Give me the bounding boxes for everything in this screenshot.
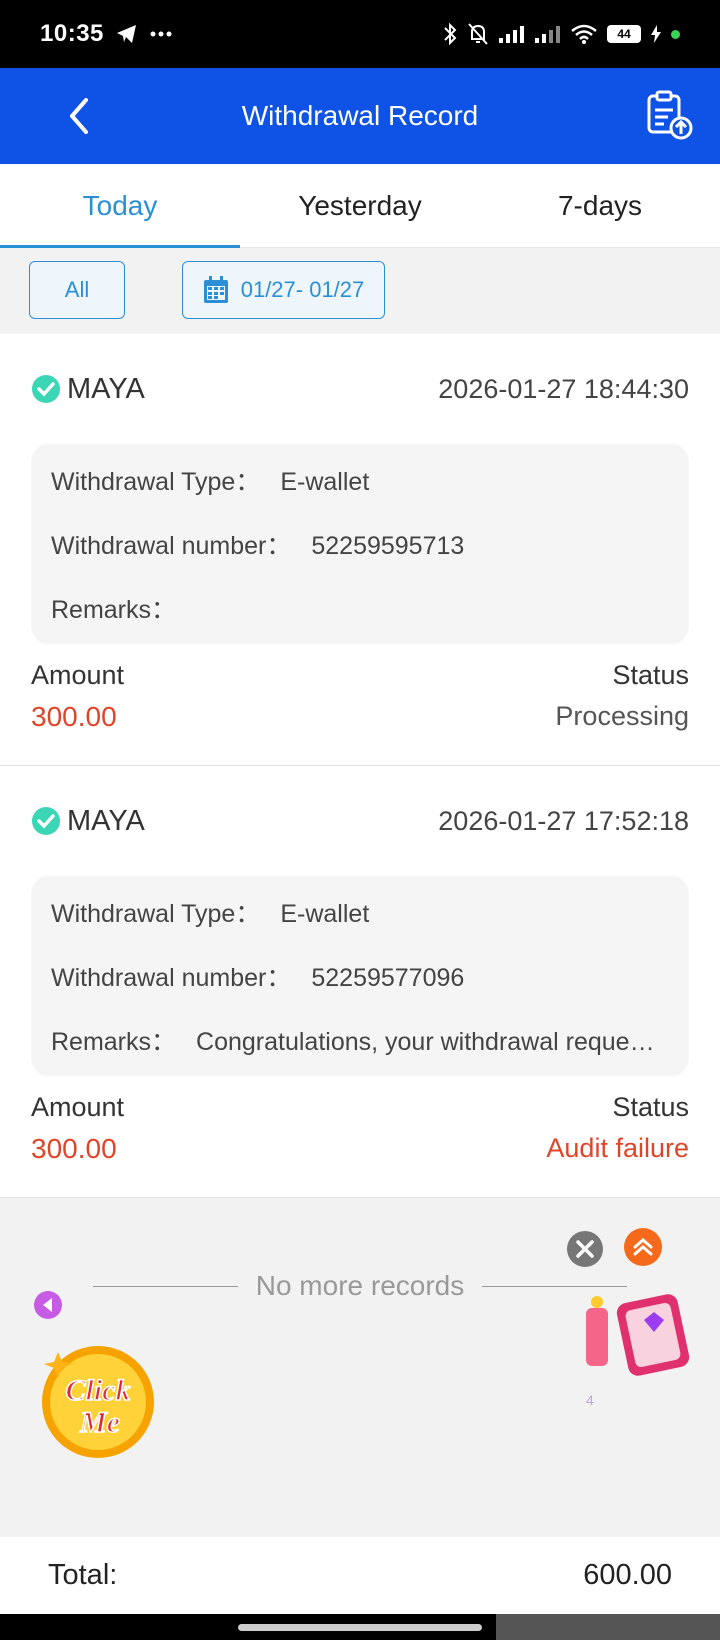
scroll-top-icon[interactable] xyxy=(623,1227,663,1267)
amount-value: 300.00 xyxy=(31,1133,117,1164)
divider-line xyxy=(482,1285,628,1287)
withdrawal-record[interactable]: MAYA 2026-01-27 17:52:18 Withdrawal Type… xyxy=(0,766,720,1198)
amount-label: Amount xyxy=(31,660,125,690)
record-details: Withdrawal Type： E-wallet Withdrawal numb… xyxy=(31,444,689,644)
withdrawal-number-label: Withdrawal number： xyxy=(51,964,292,992)
status-value: Processing xyxy=(555,701,689,731)
status-bar: 10:35 44 xyxy=(0,0,720,68)
app-header: Withdrawal Record xyxy=(0,68,720,164)
click-me-line2: Me xyxy=(79,1406,120,1439)
provider-name: MAYA xyxy=(67,372,145,405)
amount-value: 300.00 xyxy=(31,701,117,732)
calendar-icon xyxy=(203,276,228,303)
withdrawal-number-label: Withdrawal number： xyxy=(51,532,292,560)
nav-bar-shade xyxy=(496,1614,720,1640)
back-arrow-icon[interactable] xyxy=(62,94,98,138)
no-more-records-text: No more records xyxy=(255,1270,465,1301)
mute-bell-icon xyxy=(467,22,489,46)
total-value: 600.00 xyxy=(583,1559,672,1591)
remarks-value: Congratulations, your withdrawal reque… xyxy=(196,1028,655,1056)
page-title: Withdrawal Record xyxy=(241,100,479,131)
record-details: Withdrawal Type： E-wallet Withdrawal numb… xyxy=(31,876,689,1076)
total-footer: Total: 600.00 xyxy=(0,1537,720,1614)
withdrawal-type-value: E-wallet xyxy=(280,900,370,928)
withdrawal-record[interactable]: MAYA 2026-01-27 18:44:30 Withdrawal Type… xyxy=(0,334,720,766)
status-value: Audit failure xyxy=(546,1133,689,1163)
telegram-icon xyxy=(116,24,138,44)
status-label: Status xyxy=(612,1092,689,1122)
wifi-icon xyxy=(571,24,597,44)
tab-today[interactable]: Today xyxy=(0,164,240,248)
remarks-label: Remarks： xyxy=(51,596,177,624)
maya-logo-icon xyxy=(32,807,60,835)
gift-promo-icon[interactable] xyxy=(584,1290,704,1400)
signal-icon-2 xyxy=(535,25,561,43)
withdrawal-number-value: 52259595713 xyxy=(311,532,465,560)
divider-line xyxy=(92,1285,238,1287)
date-range-label: 01/27- 01/27 xyxy=(240,277,365,302)
clipboard-upload-icon[interactable] xyxy=(644,90,694,140)
withdrawal-list: MAYA 2026-01-27 18:44:30 Withdrawal Type… xyxy=(0,334,720,1198)
filter-bar: All 01/27- 01/27 xyxy=(0,248,720,334)
home-gesture-pill[interactable] xyxy=(238,1624,482,1631)
purple-arrow-float-icon[interactable] xyxy=(33,1290,63,1320)
click-me-line1: Click xyxy=(66,1374,131,1407)
amount-label: Amount xyxy=(31,1092,125,1122)
status-label: Status xyxy=(612,660,689,690)
date-range-button[interactable]: 01/27- 01/27 xyxy=(182,261,385,319)
privacy-indicator-dot xyxy=(671,29,680,39)
provider-name: MAYA xyxy=(67,804,145,837)
bluetooth-icon xyxy=(443,22,457,46)
battery-icon: 44 xyxy=(607,25,641,43)
tab-yesterday[interactable]: Yesterday xyxy=(240,164,480,247)
status-time: 10:35 xyxy=(40,20,104,47)
promo-badge-number: 4 xyxy=(586,1392,594,1408)
withdrawal-type-value: E-wallet xyxy=(280,468,370,496)
record-datetime: 2026-01-27 17:52:18 xyxy=(438,805,689,836)
withdrawal-type-label: Withdrawal Type： xyxy=(51,468,261,496)
withdrawal-number-value: 52259577096 xyxy=(311,964,465,992)
more-notifications-icon xyxy=(150,31,172,37)
maya-logo-icon xyxy=(32,375,60,403)
system-nav-bar xyxy=(0,1614,720,1640)
date-tabs: Today Yesterday 7-days xyxy=(0,164,720,248)
record-datetime: 2026-01-27 18:44:30 xyxy=(438,373,689,404)
filter-all-button[interactable]: All xyxy=(29,261,125,319)
charging-icon xyxy=(651,25,661,43)
total-label: Total: xyxy=(48,1559,118,1591)
close-float-icon[interactable] xyxy=(566,1230,604,1268)
withdrawal-type-label: Withdrawal Type： xyxy=(51,900,261,928)
remarks-label: Remarks： xyxy=(51,1028,177,1056)
click-me-promo-button[interactable]: Click Me xyxy=(38,1342,158,1462)
signal-icon-1 xyxy=(499,25,525,43)
tab-7-days[interactable]: 7-days xyxy=(480,164,720,247)
